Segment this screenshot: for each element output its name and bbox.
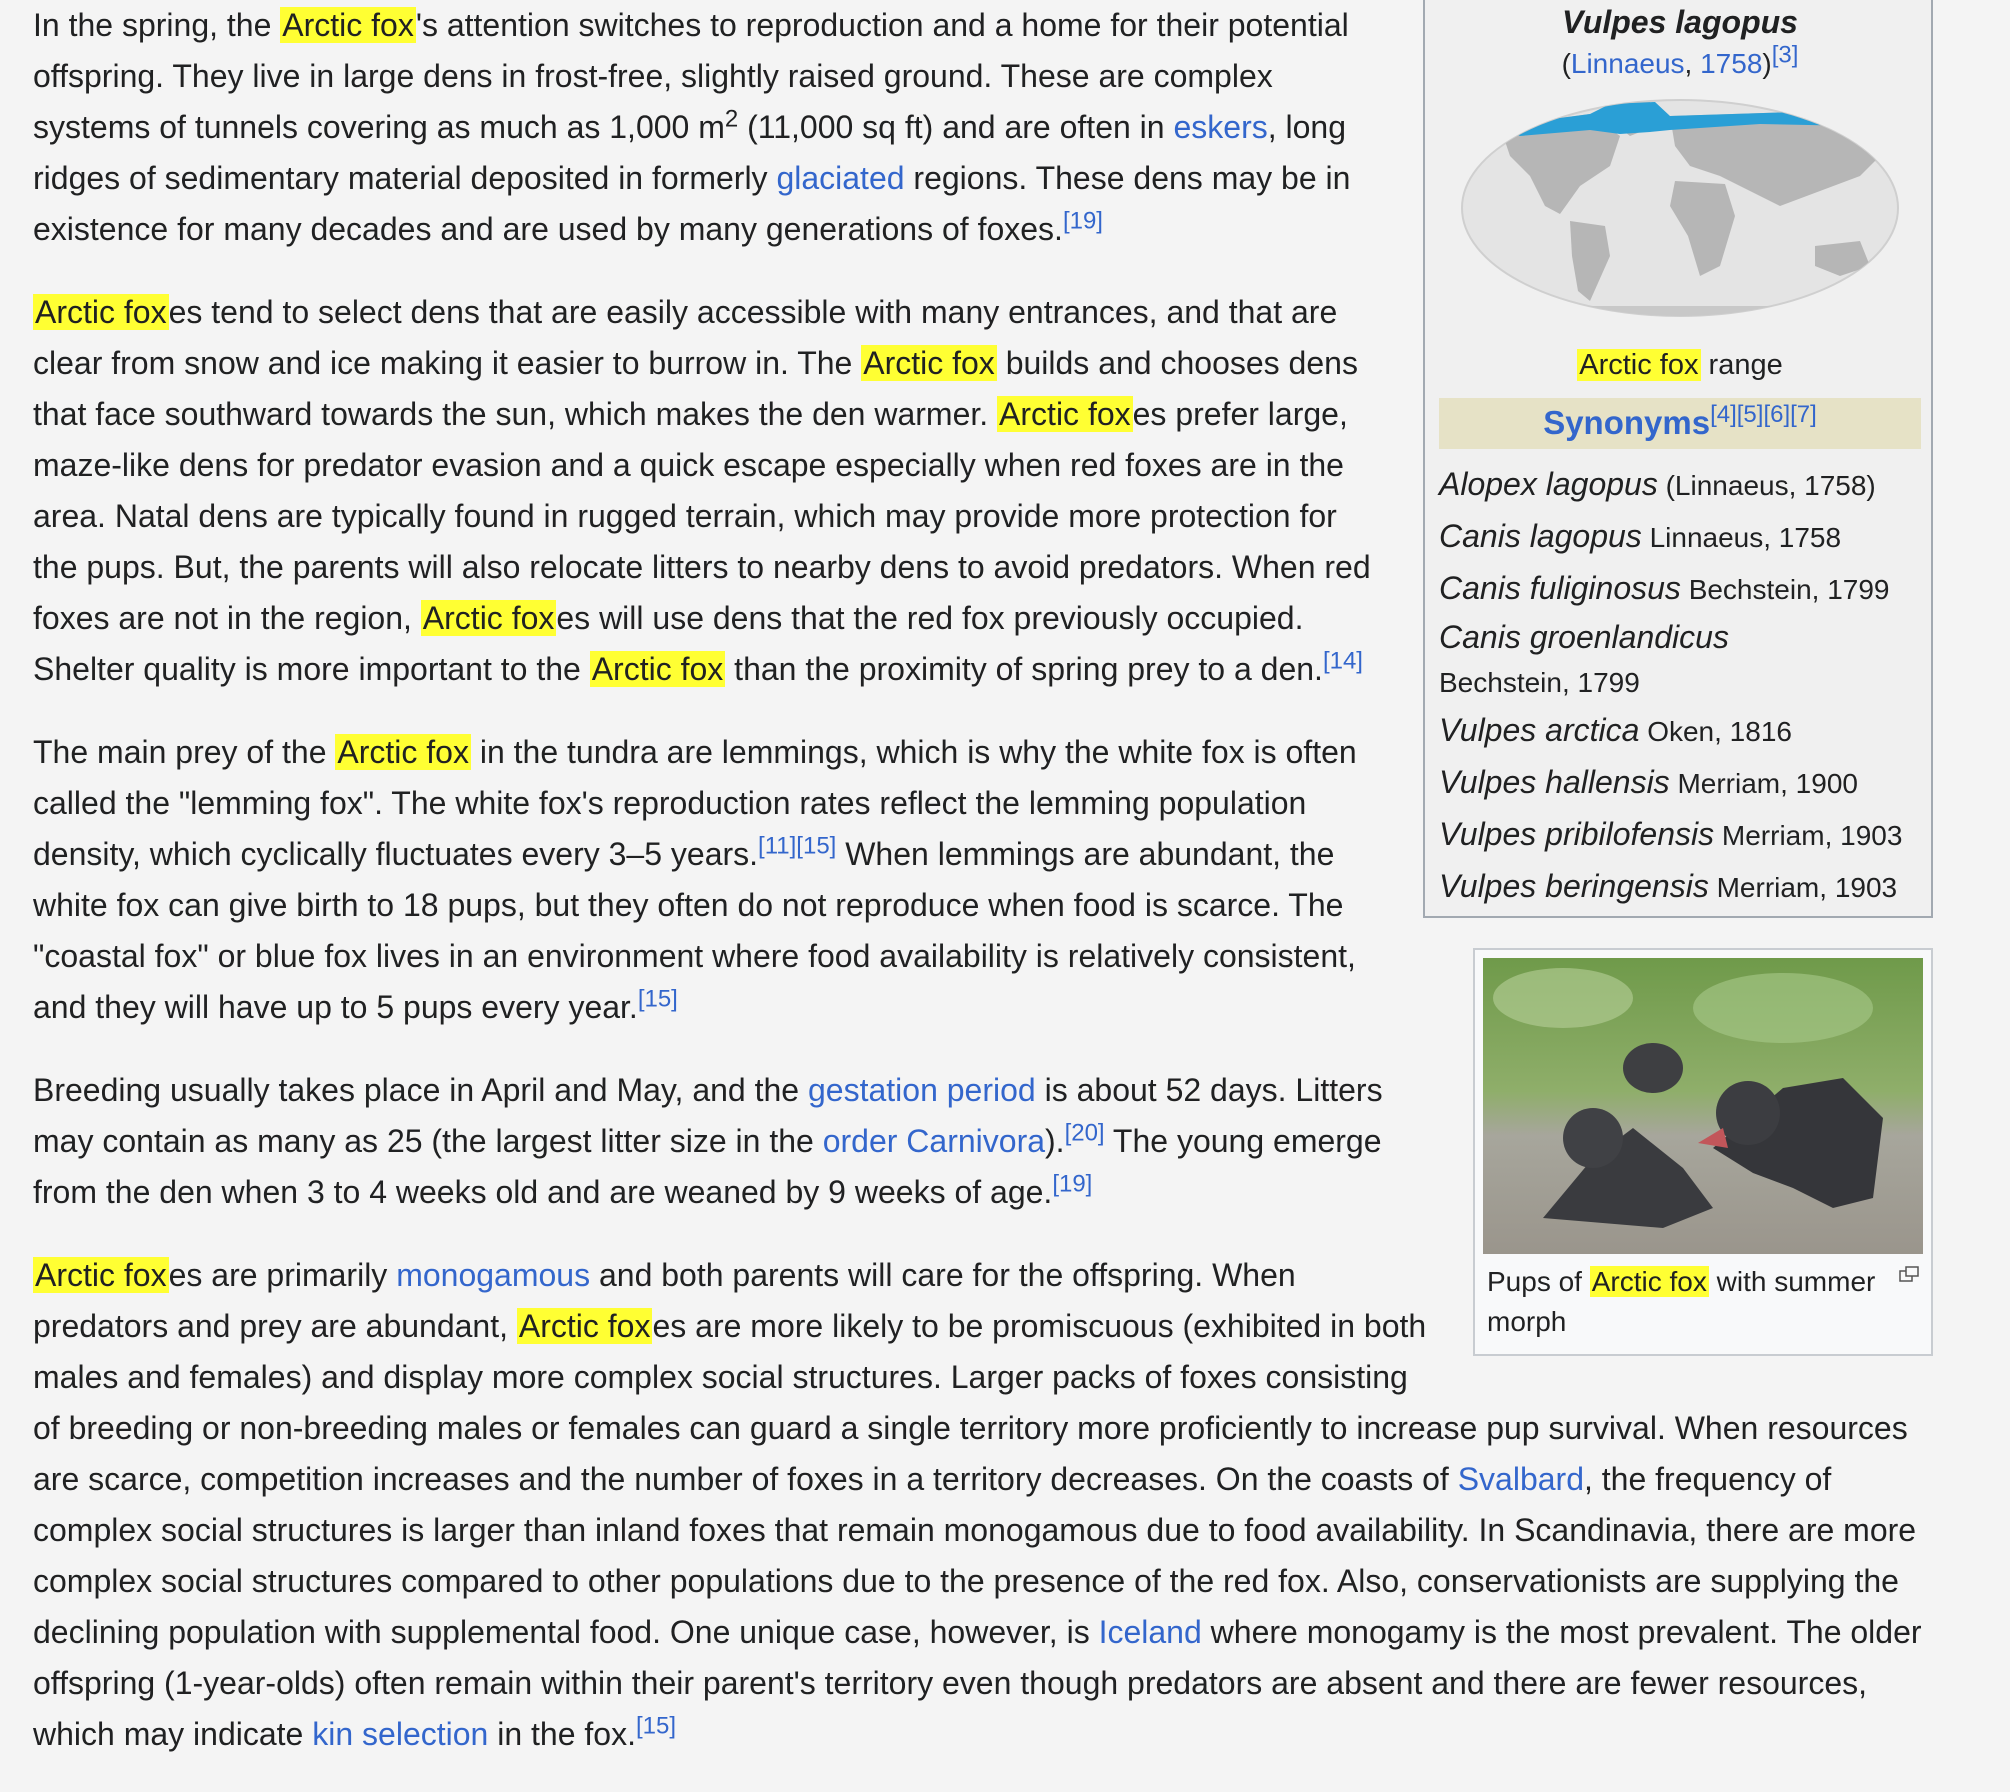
search-highlight: Arctic fox — [589, 651, 726, 687]
ref-15[interactable]: [15] — [638, 985, 678, 1012]
search-highlight: Arctic fox — [335, 734, 471, 770]
range-map[interactable] — [1439, 96, 1921, 337]
synonym-item: Canis groenlandicus Bechstein, 1799 — [1439, 619, 1729, 698]
ref-20[interactable]: [20] — [1065, 1119, 1105, 1146]
search-highlight: Arctic fox — [1589, 1266, 1709, 1297]
synonyms-refs[interactable]: [4][5][6][7] — [1710, 401, 1817, 428]
ref-19[interactable]: [19] — [1052, 1170, 1092, 1197]
binomial-name: Vulpes lagopus — [1562, 4, 1798, 40]
synonyms-list: Alopex lagopus (Linnaeus, 1758) Canis la… — [1439, 459, 1921, 913]
synonym-item: Vulpes hallensis Merriam, 1900 — [1439, 764, 1858, 800]
kin-selection-link[interactable]: kin selection — [312, 1716, 488, 1752]
article-content: Vulpes lagopus (Linnaeus, 1758)[3] Arcti… — [33, 0, 1933, 1792]
ref-14[interactable]: [14] — [1323, 647, 1363, 674]
search-highlight: Arctic fox — [280, 7, 416, 43]
species-infobox: Vulpes lagopus (Linnaeus, 1758)[3] Arcti… — [1423, 0, 1933, 918]
search-highlight: Arctic fox — [861, 345, 997, 381]
synonym-item: Vulpes beringensis Merriam, 1903 — [1439, 868, 1898, 904]
binomial-authority: (Linnaeus, 1758)[3] — [1561, 41, 1799, 79]
range-map-caption: Arctic fox range — [1577, 349, 1783, 381]
glaciated-link[interactable]: glaciated — [776, 160, 904, 196]
synonym-item: Canis lagopus Linnaeus, 1758 — [1439, 518, 1842, 554]
ref-15[interactable]: [15] — [636, 1712, 676, 1739]
iceland-link[interactable]: Iceland — [1099, 1614, 1202, 1650]
world-range-map-image — [1461, 99, 1899, 317]
search-highlight: Arctic fox — [33, 294, 169, 330]
fox-pups-photo[interactable] — [1483, 958, 1923, 1254]
gestation-period-link[interactable]: gestation period — [808, 1072, 1036, 1108]
synonym-item: Vulpes pribilofensis Merriam, 1903 — [1439, 816, 1903, 852]
synonyms-header: Synonyms[4][5][6][7] — [1439, 398, 1921, 449]
ref-3[interactable]: [3] — [1772, 42, 1799, 69]
synonym-item: Alopex lagopus (Linnaeus, 1758) — [1439, 466, 1876, 502]
synonym-item: Vulpes arctica Oken, 1816 — [1439, 712, 1792, 748]
order-carnivora-link[interactable]: order Carnivora — [823, 1123, 1045, 1159]
svalbard-link[interactable]: Svalbard — [1458, 1461, 1584, 1497]
ref-11[interactable]: [11] — [758, 832, 796, 859]
search-highlight: Arctic fox — [997, 396, 1133, 432]
monogamous-link[interactable]: monogamous — [396, 1257, 590, 1293]
thumbnail-caption: Pups of Arctic fox with summer morph — [1483, 1254, 1923, 1346]
search-highlight: Arctic fox — [33, 1257, 169, 1293]
photo-thumbnail: Pups of Arctic fox with summer morph — [1473, 948, 1933, 1356]
linnaeus-link[interactable]: Linnaeus — [1571, 48, 1685, 79]
synonyms-link[interactable]: Synonyms — [1543, 404, 1710, 441]
year-1758-link[interactable]: 1758 — [1700, 48, 1762, 79]
enlarge-icon[interactable] — [1899, 1266, 1919, 1282]
search-highlight: Arctic fox — [1577, 349, 1701, 381]
ref-15[interactable]: [15] — [796, 832, 836, 859]
search-highlight: Arctic fox — [516, 1308, 653, 1344]
ref-19[interactable]: [19] — [1063, 207, 1103, 234]
search-highlight: Arctic fox — [420, 600, 557, 636]
synonym-item: Canis fuliginosus Bechstein, 1799 — [1439, 570, 1890, 606]
eskers-link[interactable]: eskers — [1173, 109, 1267, 145]
